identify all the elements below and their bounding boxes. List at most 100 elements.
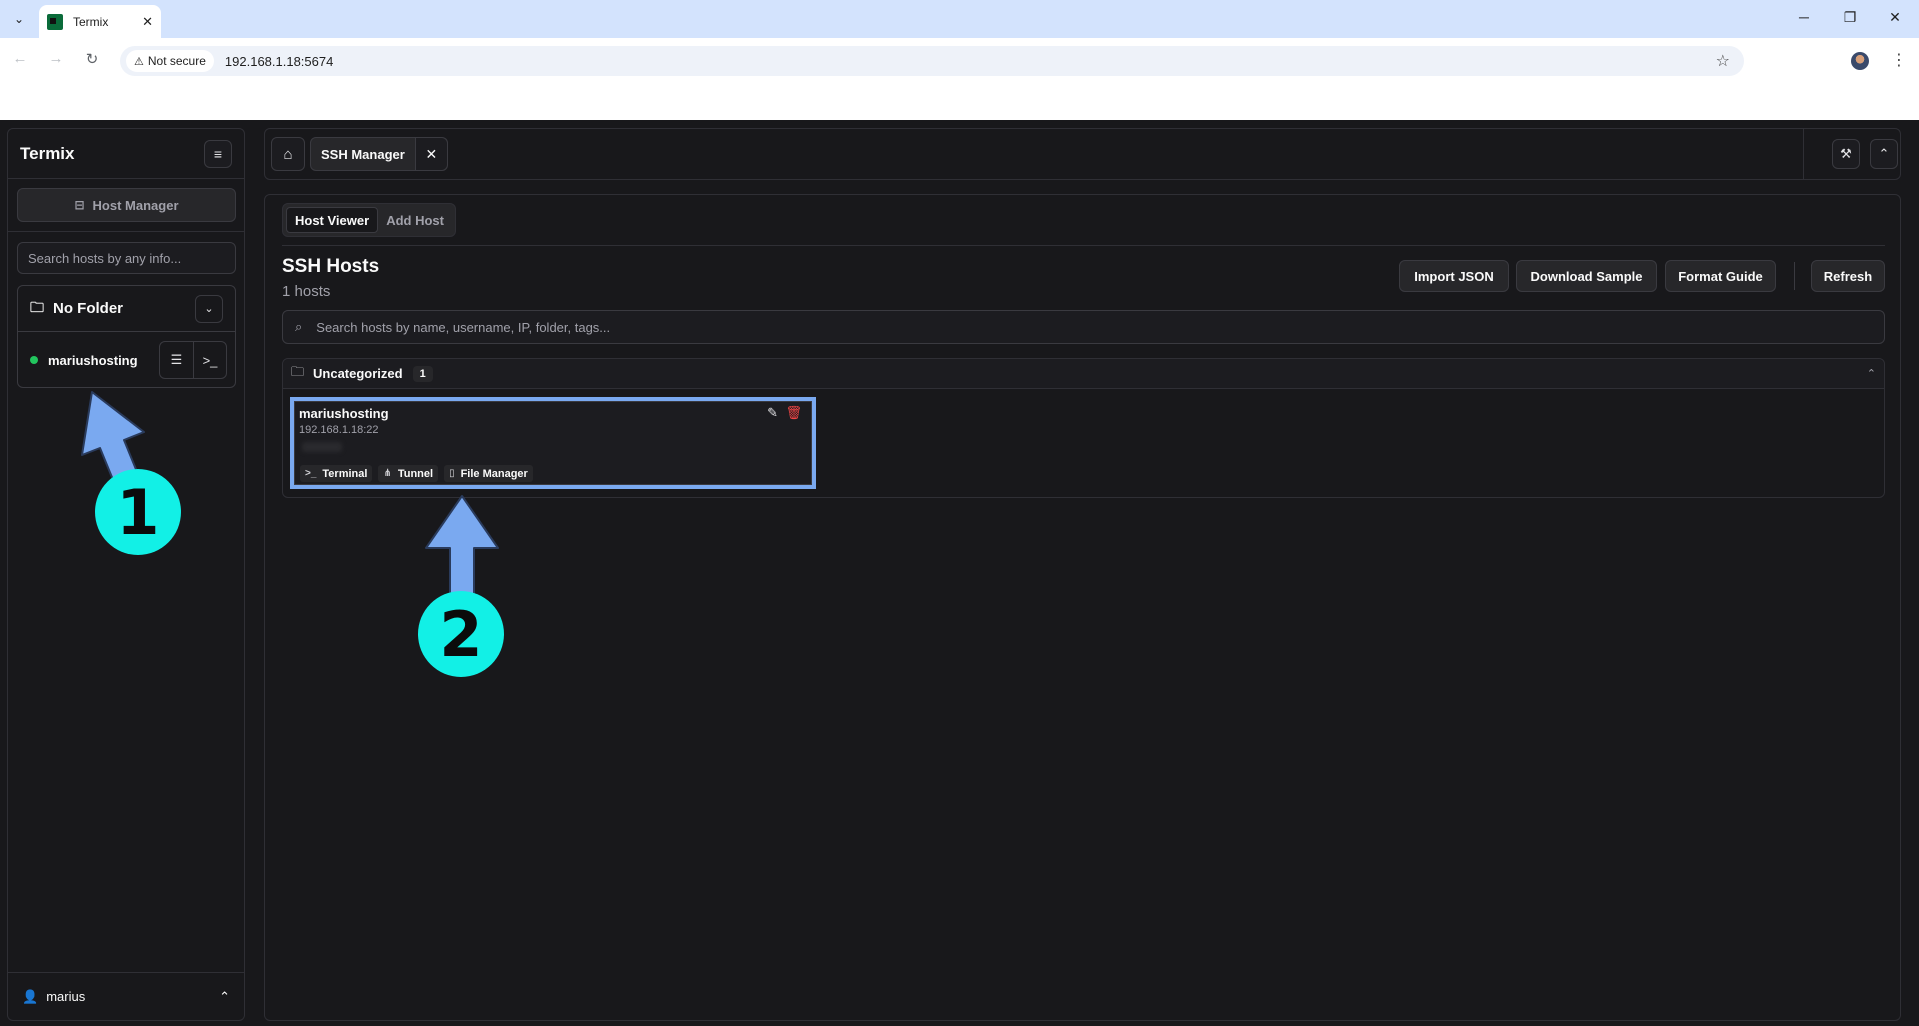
window-close-icon[interactable]: ✕	[1885, 9, 1905, 26]
sidebar-divider	[8, 231, 244, 232]
back-icon[interactable]: ←	[10, 50, 30, 67]
folder-icon: 🗀	[30, 298, 44, 315]
hard-drive-icon: ⊟	[74, 198, 85, 212]
address-bar[interactable]: ⚠ Not secure 192.168.1.18:5674 ☆	[120, 46, 1744, 76]
tab-search-icon[interactable]: ⌄	[8, 8, 30, 30]
profile-avatar[interactable]	[1851, 52, 1869, 70]
trash-icon[interactable]: 🗑	[785, 405, 802, 421]
sidebar-footer[interactable]: 👤 marius ⌃	[8, 972, 244, 1020]
panel-divider	[282, 245, 1885, 246]
warning-icon: ⚠	[134, 55, 144, 68]
home-button[interactable]: ⌂	[271, 137, 305, 171]
restore-icon[interactable]: ❐	[1840, 9, 1860, 26]
terminal-icon: >_	[305, 468, 317, 479]
bookmark-star-icon[interactable]: ☆	[1716, 51, 1730, 71]
sidebar-header: Termix ≡	[8, 129, 244, 179]
actions-divider	[1794, 262, 1795, 290]
host-card-name: mariushosting	[299, 406, 389, 421]
chip-label: Tunnel	[397, 467, 434, 480]
chip-file-manager: ▯ File Manager	[444, 465, 533, 482]
file-icon: ▯	[449, 468, 455, 479]
chip-label: File Manager	[460, 467, 528, 480]
group-name: Uncategorized	[313, 366, 403, 381]
refresh-button[interactable]: Refresh	[1811, 260, 1885, 292]
browser-menu-icon[interactable]: ⋮	[1891, 50, 1907, 70]
search-placeholder: Search hosts by name, username, IP, fold…	[316, 319, 611, 335]
chevron-up-icon[interactable]: ⌃	[1867, 367, 1876, 380]
browser-tabstrip: ⌄ Termix ✕ ─ ❐ ✕	[0, 0, 1919, 38]
network-icon: ⋔	[383, 468, 392, 479]
page-top-band	[0, 84, 1919, 120]
minimize-icon[interactable]: ─	[1794, 9, 1814, 25]
topbar-divider	[1803, 129, 1804, 179]
home-icon: ⌂	[283, 145, 293, 163]
ssh-manager-panel: Host Viewer Add Host SSH Hosts 1 hosts I…	[264, 194, 1901, 1021]
search-icon: ⌕	[295, 319, 303, 334]
sidebar-host-name[interactable]: mariushosting	[48, 353, 159, 368]
folder-icon: 🗀	[291, 363, 305, 379]
folder-name: No Folder	[53, 300, 123, 317]
hamburger-icon: ≡	[213, 145, 223, 162]
tools-button[interactable]: ⚒	[1832, 139, 1860, 169]
app-topbar: ⌂ SSH Manager ✕ ⚒ ⌃	[264, 128, 1901, 180]
chip-terminal: >_ Terminal	[300, 465, 373, 482]
sidebar-search-input[interactable]: Search hosts by any info...	[17, 242, 236, 274]
user-name: marius	[46, 989, 86, 1004]
server-icon[interactable]: ☰	[160, 342, 193, 378]
reload-icon[interactable]: ↻	[82, 50, 102, 68]
host-group: 🗀 Uncategorized 1 ⌃ mariushosting 192.16…	[282, 358, 1885, 498]
chevron-down-icon: ⌄	[204, 303, 214, 315]
tab-close-icon[interactable]: ✕	[142, 14, 153, 30]
tab-label[interactable]: SSH Manager	[311, 138, 415, 170]
folder-toggle-button[interactable]: ⌄	[195, 294, 223, 323]
step-1-badge: 1	[95, 469, 181, 555]
import-json-button[interactable]: Import JSON	[1399, 260, 1509, 292]
host-card-address: 192.168.1.18:22	[299, 424, 379, 436]
host-count: 1 hosts	[282, 283, 331, 300]
page-title: SSH Hosts	[282, 256, 380, 277]
tab-ssh-manager[interactable]: SSH Manager ✕	[310, 137, 448, 171]
folder-group: 🗀 No Folder ⌄ mariushosting ☰ >_	[17, 285, 236, 388]
host-card-features: >_ Terminal ⋔ Tunnel ▯ File Manager	[300, 465, 533, 482]
security-label: Not secure	[147, 54, 206, 68]
close-icon[interactable]: ✕	[414, 138, 447, 170]
forward-icon[interactable]: →	[46, 50, 66, 67]
host-manager-label: Host Manager	[92, 197, 179, 213]
chip-tunnel: ⋔ Tunnel	[378, 465, 439, 482]
blurred-username	[302, 442, 342, 452]
chevron-up-icon[interactable]: ⌃	[219, 989, 230, 1005]
host-manager-button[interactable]: ⊟ Host Manager	[17, 188, 236, 222]
group-count-badge: 1	[412, 365, 433, 382]
folder-header[interactable]: 🗀 No Folder ⌄	[18, 286, 235, 332]
host-quick-actions: ☰ >_	[159, 341, 227, 379]
edit-icon[interactable]: ✎	[767, 405, 778, 421]
sidebar: Termix ≡ ⊟ Host Manager Search hosts by …	[7, 128, 245, 1021]
termix-favicon-icon	[47, 13, 63, 30]
sidebar-title: Termix	[20, 143, 75, 163]
download-sample-button[interactable]: Download Sample	[1516, 260, 1657, 292]
format-guide-button[interactable]: Format Guide	[1665, 260, 1776, 292]
browser-tab[interactable]: Termix ✕	[39, 5, 161, 38]
user-menu[interactable]: 👤 marius	[22, 989, 85, 1005]
group-header[interactable]: 🗀 Uncategorized 1 ⌃	[283, 359, 1884, 389]
chip-label: Terminal	[322, 467, 368, 480]
browser-toolbar: ← → ↻ ⚠ Not secure 192.168.1.18:5674 ☆	[0, 38, 1919, 84]
tab-host-viewer[interactable]: Host Viewer	[286, 207, 379, 233]
sidebar-host-item[interactable]: mariushosting ☰ >_	[18, 332, 235, 388]
subtab-list: Host Viewer Add Host	[282, 203, 456, 237]
url-text[interactable]: 192.168.1.18:5674	[225, 54, 333, 69]
sidebar-menu-button[interactable]: ≡	[204, 139, 232, 168]
tab-add-host[interactable]: Add Host	[378, 207, 452, 233]
terminal-icon[interactable]: >_	[193, 342, 226, 378]
hammer-icon: ⚒	[1840, 146, 1852, 161]
host-card[interactable]: mariushosting 192.168.1.18:22 ✎ 🗑 >_ Ter…	[290, 397, 816, 489]
chevron-up-icon: ⌃	[1878, 146, 1890, 161]
collapse-topbar-button[interactable]: ⌃	[1870, 139, 1898, 169]
site-info-chip[interactable]: ⚠ Not secure	[126, 50, 214, 72]
host-search-input[interactable]: ⌕ Search hosts by name, username, IP, fo…	[282, 310, 1885, 344]
folder-title: 🗀 No Folder	[30, 297, 123, 321]
user-icon: 👤	[22, 988, 39, 1004]
browser-tab-title: Termix	[73, 14, 109, 29]
step-2-badge: 2	[418, 591, 504, 677]
status-online-icon	[30, 356, 38, 364]
